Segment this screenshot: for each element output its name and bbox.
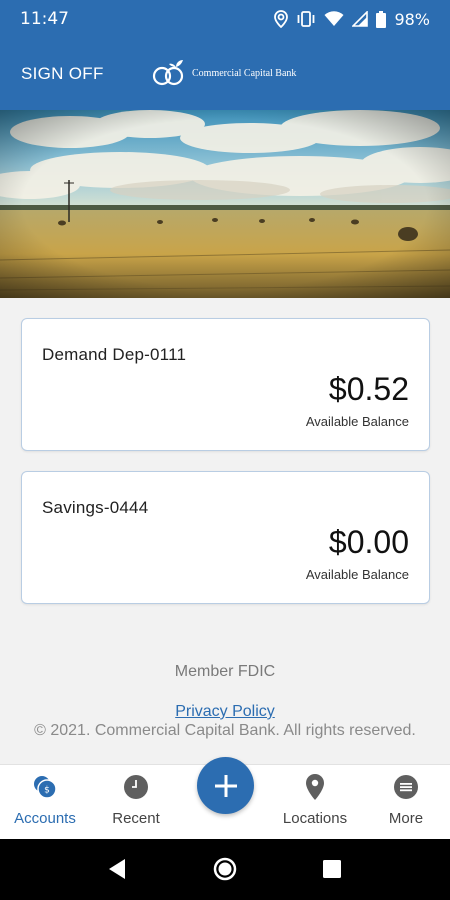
recents-icon[interactable]: [322, 859, 342, 884]
svg-text:$: $: [44, 786, 50, 796]
nav-accounts[interactable]: $ Accounts: [0, 765, 90, 840]
account-name: Demand Dep-0111: [42, 345, 187, 364]
nav-more[interactable]: More: [361, 765, 450, 840]
app-header: SIGN OFF Commercial Capital Bank: [0, 38, 450, 110]
nav-recent-label: Recent: [112, 810, 160, 827]
hero-landscape-image: [0, 110, 450, 298]
accounts-icon: $: [31, 773, 59, 801]
privacy-policy-link[interactable]: Privacy Policy: [175, 703, 275, 720]
account-balance: $0.00: [328, 524, 409, 560]
location-icon: [274, 10, 289, 28]
nav-accounts-label: Accounts: [14, 810, 76, 827]
vibrate-icon: [296, 11, 316, 27]
system-navigation-bar: [0, 839, 450, 900]
privacy-policy-container: Privacy Policy: [0, 703, 450, 721]
account-name: Savings-0444: [42, 498, 149, 517]
bank-logo: Commercial Capital Bank: [152, 58, 296, 88]
copyright-text: © 2021. Commercial Capital Bank. All rig…: [34, 722, 416, 739]
plus-icon: [214, 774, 237, 797]
battery-percent: 98%: [394, 9, 430, 29]
bank-logo-mark-icon: [152, 60, 184, 86]
available-balance-label: Available Balance: [305, 567, 409, 582]
account-balance: $0.52: [328, 371, 409, 407]
bank-name: Commercial Capital Bank: [192, 67, 297, 79]
clock-icon: [123, 773, 149, 801]
location-pin-icon: [305, 773, 325, 801]
more-icon: [393, 773, 419, 801]
available-balance-label: Available Balance: [305, 414, 409, 429]
member-fdic-text: Member FDIC: [174, 663, 276, 680]
nav-locations[interactable]: Locations: [270, 765, 360, 840]
nav-recent[interactable]: Recent: [91, 765, 181, 840]
status-time: 11:47: [20, 9, 69, 29]
signal-icon: [352, 11, 369, 27]
wifi-icon: [324, 11, 344, 27]
back-icon[interactable]: [107, 857, 127, 886]
account-card-demand-deposit[interactable]: Demand Dep-0111 $0.52 Available Balance: [21, 318, 430, 451]
nav-locations-label: Locations: [282, 810, 348, 827]
status-bar: 11:47 98%: [0, 0, 450, 38]
account-card-savings[interactable]: Savings-0444 $0.00 Available Balance: [21, 471, 430, 604]
home-icon[interactable]: [213, 857, 237, 886]
nav-more-label: More: [388, 810, 424, 827]
sign-off-button[interactable]: SIGN OFF: [21, 64, 104, 84]
battery-icon: [376, 10, 387, 28]
add-action-button[interactable]: [197, 757, 254, 814]
status-icons: 98%: [274, 10, 430, 29]
